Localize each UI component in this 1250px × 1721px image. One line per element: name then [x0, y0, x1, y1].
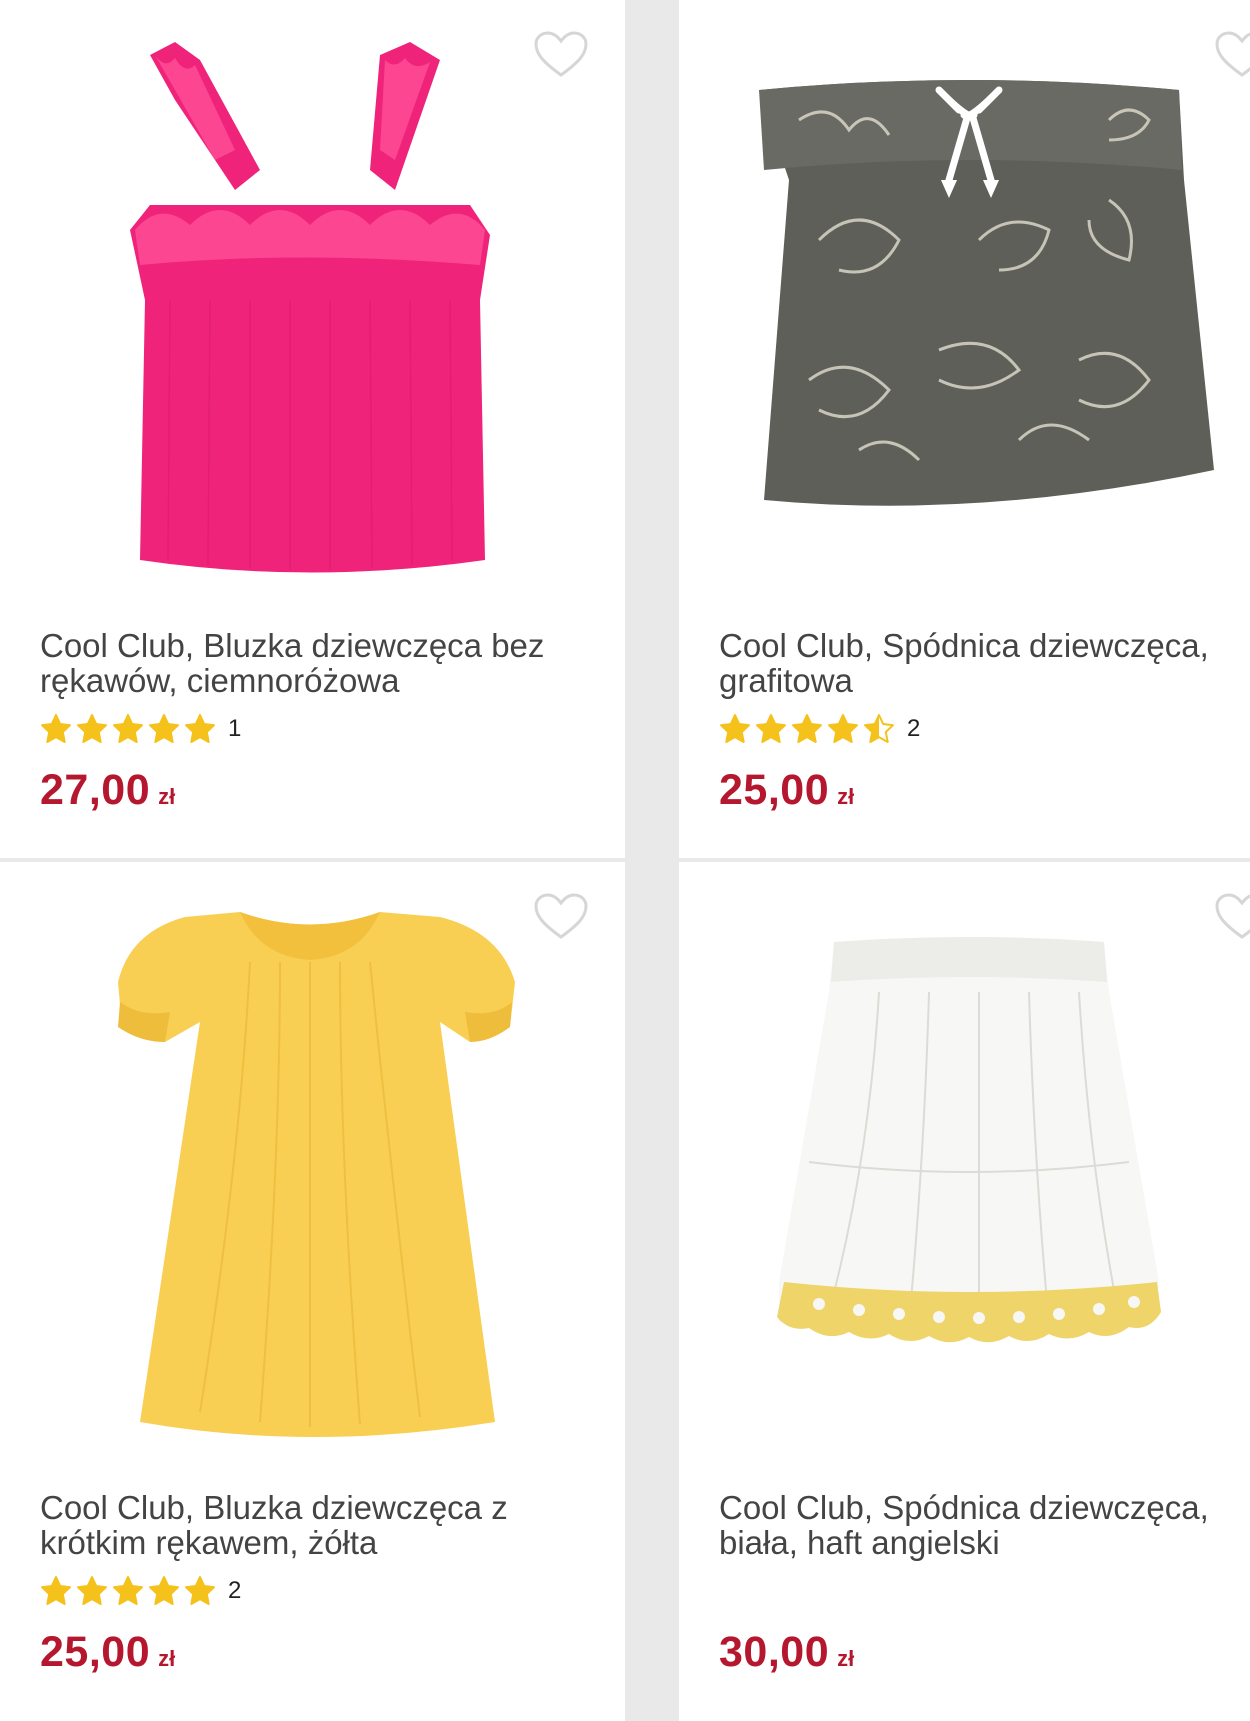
heart-icon[interactable]: [1214, 892, 1250, 942]
heart-icon[interactable]: [533, 30, 589, 80]
rating-stars: [40, 1575, 220, 1607]
product-card[interactable]: Cool Club, Bluzka dziewczęca z krótkim r…: [0, 862, 625, 1721]
heart-icon[interactable]: [1214, 30, 1250, 80]
price-currency: zł: [158, 1646, 176, 1671]
price-amount: 25,00: [719, 766, 830, 814]
pink-top-image[interactable]: [0, 0, 625, 600]
price-currency: zł: [837, 784, 855, 809]
star-full-icon: [720, 714, 750, 743]
star-full-icon: [149, 1576, 179, 1605]
price-currency: zł: [837, 1646, 855, 1671]
product-title[interactable]: Cool Club, Spódnica dziewczęca, biała, h…: [719, 1490, 1239, 1560]
star-full-icon: [792, 714, 822, 743]
product-title[interactable]: Cool Club, Spódnica dziewczęca, grafitow…: [719, 628, 1239, 698]
product-price: 30,00 zł: [719, 1628, 854, 1677]
product-rating: 2: [719, 712, 920, 746]
star-full-icon: [77, 714, 107, 743]
price-currency: zł: [158, 784, 176, 809]
product-title[interactable]: Cool Club, Bluzka dziewczęca z krótkim r…: [40, 1490, 580, 1560]
star-half-icon: [864, 714, 894, 743]
product-rating: 1: [40, 712, 241, 746]
product-price: 25,00 zł: [719, 766, 854, 815]
star-full-icon: [149, 714, 179, 743]
rating-count: 2: [907, 715, 921, 742]
rating-count: 1: [228, 715, 242, 742]
product-price: 25,00 zł: [40, 1628, 175, 1677]
white-skirt-image[interactable]: [679, 862, 1250, 1462]
rating-stars: [40, 713, 220, 745]
price-amount: 30,00: [719, 1628, 830, 1676]
rating-count: 2: [228, 1577, 242, 1604]
price-amount: 27,00: [40, 766, 151, 814]
product-card[interactable]: Cool Club, Spódnica dziewczęca, biała, h…: [679, 862, 1250, 1721]
star-full-icon: [113, 1576, 143, 1605]
product-price: 27,00 zł: [40, 766, 175, 815]
product-title[interactable]: Cool Club, Bluzka dziewczęca bez rękawów…: [40, 628, 580, 698]
star-full-icon: [113, 714, 143, 743]
grey-skirt-image[interactable]: [679, 0, 1250, 600]
heart-icon[interactable]: [533, 892, 589, 942]
product-card[interactable]: Cool Club, Spódnica dziewczęca, grafitow…: [679, 0, 1250, 858]
star-full-icon: [41, 714, 71, 743]
star-full-icon: [41, 1576, 71, 1605]
product-card[interactable]: Cool Club, Bluzka dziewczęca bez rękawów…: [0, 0, 625, 858]
product-rating: 2: [40, 1574, 241, 1608]
yellow-blouse-image[interactable]: [0, 862, 625, 1462]
star-full-icon: [185, 1576, 215, 1605]
product-grid: Cool Club, Bluzka dziewczęca bez rękawów…: [0, 0, 1250, 1721]
star-full-icon: [77, 1576, 107, 1605]
star-full-icon: [828, 714, 858, 743]
rating-stars: [719, 713, 899, 745]
price-amount: 25,00: [40, 1628, 151, 1676]
star-full-icon: [185, 714, 215, 743]
star-full-icon: [756, 714, 786, 743]
